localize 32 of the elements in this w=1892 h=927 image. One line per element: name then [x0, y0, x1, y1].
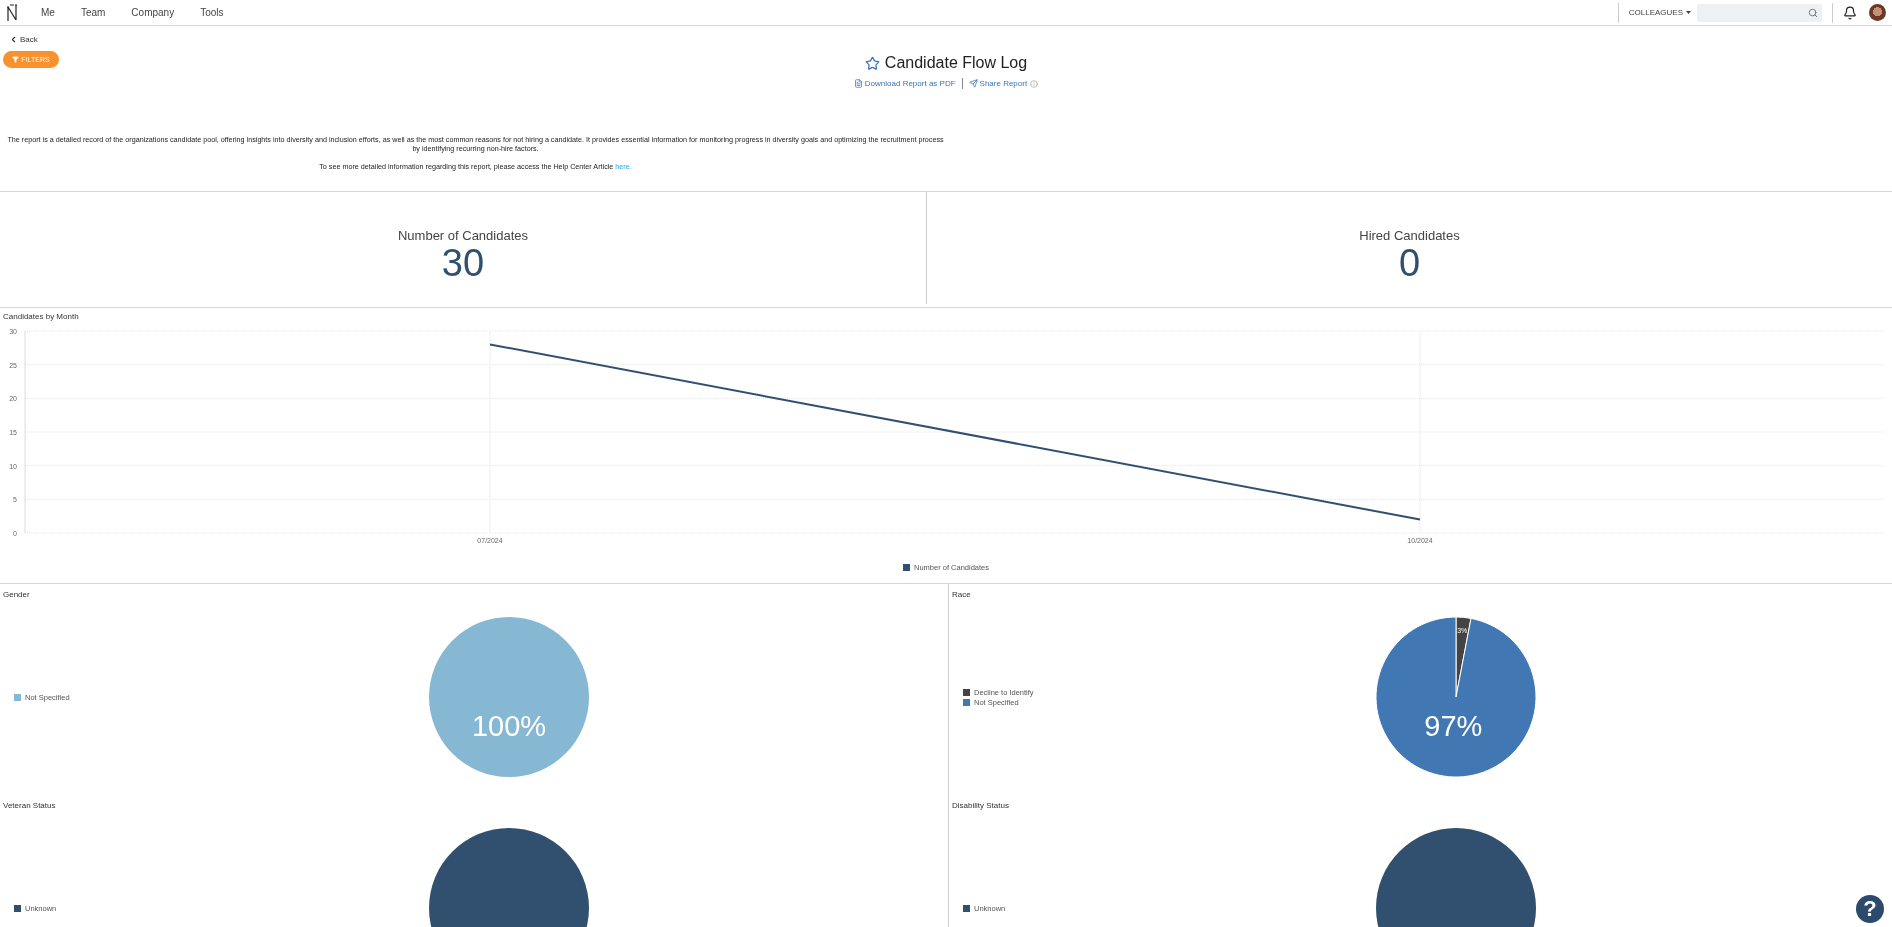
- nav-link[interactable]: Tools: [200, 7, 224, 18]
- nav-link[interactable]: Me: [41, 7, 55, 18]
- stat-label: Hired Candidates: [1359, 227, 1460, 243]
- slice-label: 100%: [471, 709, 547, 742]
- report-title: Candidate Flow Log: [884, 54, 1028, 72]
- favorite-star-icon[interactable]: [864, 55, 880, 71]
- avatar[interactable]: [1869, 4, 1886, 21]
- document-icon: [853, 79, 863, 88]
- chevron-left-icon: [9, 35, 18, 44]
- nav-link[interactable]: Team: [80, 7, 106, 18]
- slice-label: 97%: [1423, 709, 1482, 742]
- share-link[interactable]: Share Report: [968, 79, 1028, 88]
- chart-title: Disability Status: [951, 801, 1010, 810]
- stat-label: Number of Candidates: [397, 227, 529, 243]
- caret-icon: [1686, 11, 1691, 14]
- chart-title: Veteran Status: [2, 801, 57, 810]
- nav-link[interactable]: Company: [131, 7, 175, 18]
- filter-icon: [12, 56, 20, 63]
- search-icon: [1808, 7, 1818, 18]
- stat-value: 30: [441, 242, 485, 283]
- download-link[interactable]: Download Report as PDF: [853, 79, 956, 88]
- back-link[interactable]: Back: [3, 33, 44, 46]
- stat-value: 0: [1398, 242, 1421, 283]
- chart-title: Gender: [2, 590, 31, 599]
- colleagues-dropdown[interactable]: COLLEAGUES: [1628, 8, 1691, 17]
- logo-icon[interactable]: [6, 3, 18, 22]
- notification-bell-icon[interactable]: [1843, 5, 1857, 20]
- search-field[interactable]: [1697, 3, 1822, 22]
- chart-title: Race: [951, 590, 972, 599]
- paper-plane-icon: [968, 79, 978, 88]
- chart-title: Candidates by Month: [2, 312, 80, 321]
- help-button[interactable]: ?: [1856, 895, 1884, 923]
